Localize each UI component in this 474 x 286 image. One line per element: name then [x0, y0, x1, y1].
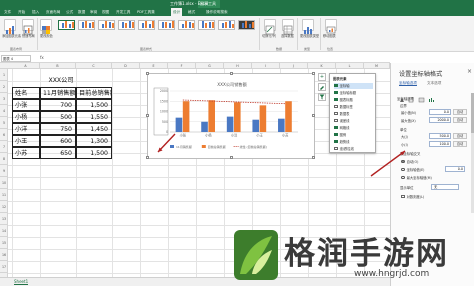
watermark-logo-icon	[234, 230, 278, 280]
sheet-tab[interactable]: Sheet1	[14, 279, 29, 285]
watermark-text: 格润手游网	[284, 236, 449, 272]
annotation-arrow	[370, 150, 406, 177]
watermark-url: www.hngrjd.com	[354, 269, 430, 279]
watermark: 格润手游网 www.hngrjd.com	[226, 228, 474, 286]
